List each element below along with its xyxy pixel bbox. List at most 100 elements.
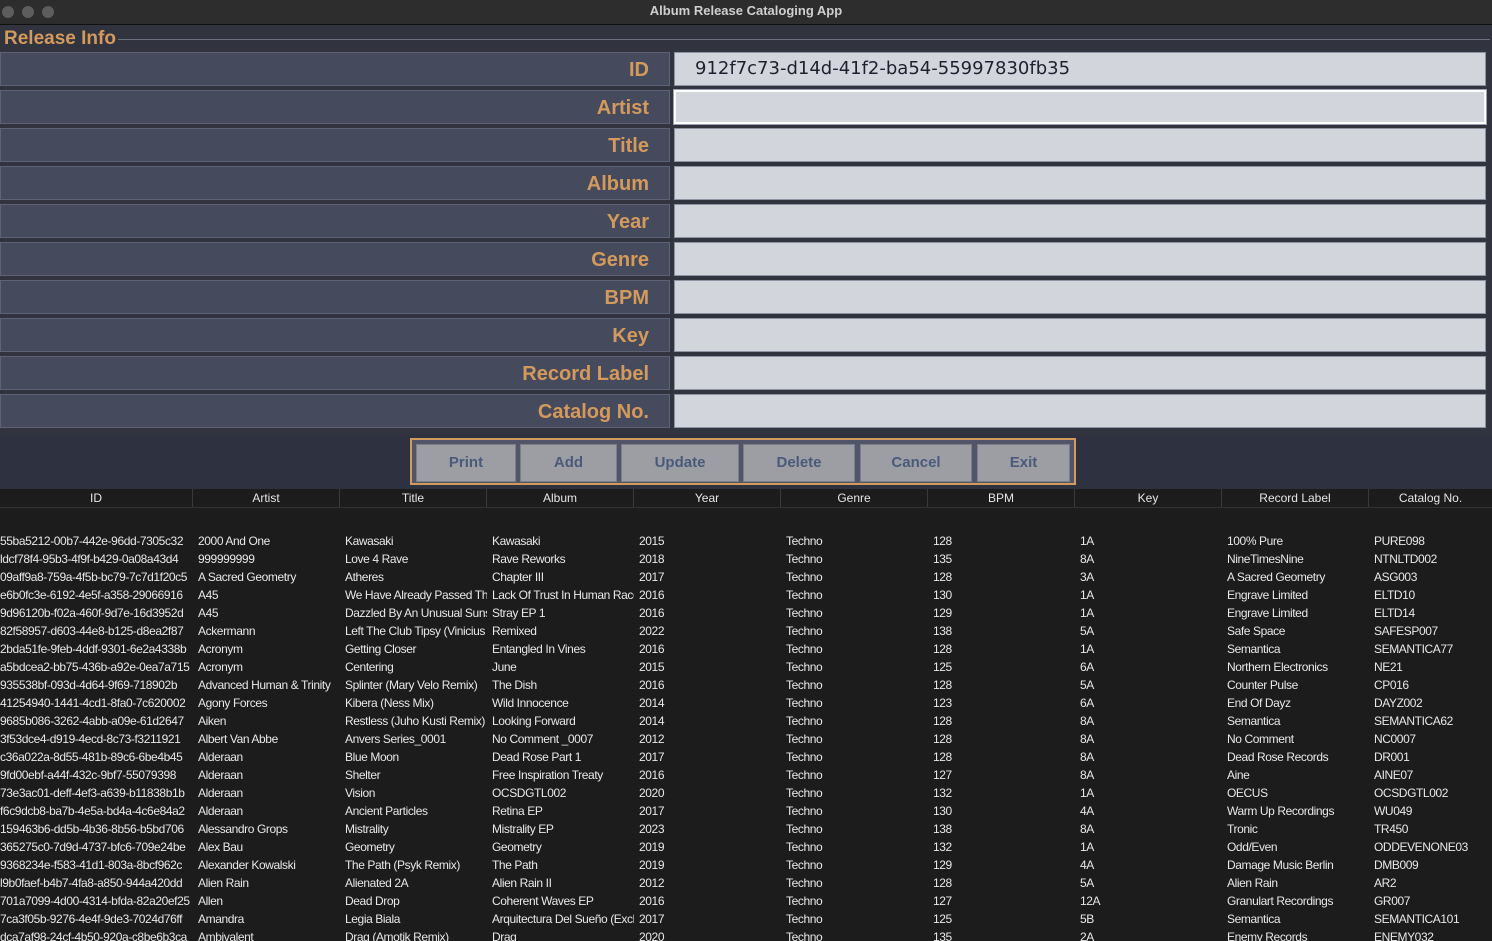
- cell-title: Splinter (Mary Velo Remix): [345, 678, 478, 692]
- id-field[interactable]: 912f7c73-d14d-41f2-ba54-55997830fb35: [674, 52, 1486, 86]
- cell-bpm: 132: [933, 786, 952, 800]
- table-row[interactable]: 701a7099-4d00-4314-bfda-82a20ef25 Allen De…: [0, 892, 1492, 910]
- table-header: ID Artist Title Album Year Genre BPM Key…: [0, 489, 1492, 508]
- cell-id: l9b0faef-b4b7-4fa8-a850-944a420dd: [0, 876, 183, 890]
- cell-bpm: 128: [933, 732, 952, 746]
- table-row[interactable]: dca7af98-24cf-4b50-920a-c8be6b3ca Ambival…: [0, 928, 1492, 941]
- cell-album: June: [492, 660, 517, 674]
- table-row[interactable]: ldcf78f4-95b3-4f9f-b429-0a08a43d4 9999999…: [0, 550, 1492, 568]
- column-header-artist[interactable]: Artist: [193, 489, 340, 507]
- table-row[interactable]: 2bda51fe-9feb-4ddf-9301-6e2a4338b Acronym…: [0, 640, 1492, 658]
- column-header-id[interactable]: ID: [0, 489, 193, 507]
- cell-key: 8A: [1080, 714, 1094, 728]
- button-strip: Print Add Update Delete Cancel Exit: [0, 435, 1492, 489]
- cell-year: 2016: [639, 768, 665, 782]
- table-row[interactable]: 9368234e-f583-41d1-803a-8bcf962c Alexande…: [0, 856, 1492, 874]
- cell-artist: Alderaan: [198, 768, 243, 782]
- releases-table[interactable]: ID Artist Title Album Year Genre BPM Key…: [0, 489, 1492, 941]
- cancel-button[interactable]: Cancel: [860, 444, 972, 482]
- record-label-field[interactable]: [674, 356, 1486, 390]
- panel-border-line: [118, 39, 1490, 40]
- table-row[interactable]: 9fd00ebf-a44f-432c-9bf7-55079398 Alderaan…: [0, 766, 1492, 784]
- cell-year: 2016: [639, 642, 665, 656]
- cell-genre: Techno: [786, 588, 823, 602]
- cell-year: 2017: [639, 570, 665, 584]
- cell-title: Dead Drop: [345, 894, 400, 908]
- cell-record-label: End Of Dayz: [1227, 696, 1291, 710]
- cell-artist: A Sacred Geometry: [198, 570, 296, 584]
- cell-genre: Techno: [786, 534, 823, 548]
- cell-id: 41254940-1441-4cd1-8fa0-7c620002: [0, 696, 186, 710]
- cell-bpm: 128: [933, 534, 952, 548]
- cell-id: 82f58957-d603-44e8-b125-d8ea2f87: [0, 624, 184, 638]
- cell-artist: Alderaan: [198, 750, 243, 764]
- column-header-catalog-no[interactable]: Catalog No.: [1369, 489, 1492, 507]
- key-field[interactable]: [674, 318, 1486, 352]
- table-row[interactable]: 73e3ac01-deff-4ef3-a639-b11838b1b Alderaa…: [0, 784, 1492, 802]
- cell-catalog-no: NC0007: [1374, 732, 1416, 746]
- cell-title: Ancient Particles: [345, 804, 428, 818]
- title-field[interactable]: [674, 128, 1486, 162]
- cell-key: 5B: [1080, 912, 1094, 926]
- table-row[interactable]: c36a022a-8d55-481b-89c6-6be4b45 Alderaan B…: [0, 748, 1492, 766]
- exit-button[interactable]: Exit: [977, 444, 1070, 482]
- table-row[interactable]: f6c9dcb8-ba7b-4e5a-bd4a-4c6e84a2 Alderaan…: [0, 802, 1492, 820]
- year-field[interactable]: [674, 204, 1486, 238]
- cell-artist: A45: [198, 606, 219, 620]
- cell-key: 5A: [1080, 624, 1094, 638]
- delete-button[interactable]: Delete: [743, 444, 855, 482]
- table-row[interactable]: 55ba5212-00b7-442e-96dd-7305c32 2000 And …: [0, 532, 1492, 550]
- column-header-album[interactable]: Album: [487, 489, 634, 507]
- table-row[interactable]: 365275c0-7d9d-4737-bfc6-709e24be Alex Bau…: [0, 838, 1492, 856]
- cell-genre: Techno: [786, 696, 823, 710]
- cell-title: Blue Moon: [345, 750, 399, 764]
- table-row[interactable]: e6b0fc3e-6192-4e5f-a358-29066916 A45 We Ha…: [0, 586, 1492, 604]
- table-row[interactable]: 3f53dce4-d919-4ecd-8c73-f3211921 Albert V…: [0, 730, 1492, 748]
- artist-label: Artist: [0, 90, 670, 124]
- cell-album: Drag: [492, 930, 517, 941]
- cell-catalog-no: AR2: [1374, 876, 1397, 890]
- cell-bpm: 135: [933, 930, 952, 941]
- cell-genre: Techno: [786, 804, 823, 818]
- artist-field[interactable]: [674, 90, 1486, 124]
- table-row[interactable]: 9d96120b-f02a-460f-9d7e-16d3952d A45 Dazzl…: [0, 604, 1492, 622]
- column-header-bpm[interactable]: BPM: [928, 489, 1075, 507]
- table-row[interactable]: l9b0faef-b4b7-4fa8-a850-944a420dd Alien R…: [0, 874, 1492, 892]
- cell-album: Looking Forward: [492, 714, 576, 728]
- column-header-record-label[interactable]: Record Label: [1222, 489, 1369, 507]
- cell-key: 5A: [1080, 876, 1094, 890]
- table-row[interactable]: 09aff9a8-759a-4f5b-bc79-7c7d1f20c5 A Sacr…: [0, 568, 1492, 586]
- table-row[interactable]: 7ca3f05b-9276-4e4f-9de3-7024d76ff Amandra…: [0, 910, 1492, 928]
- catalog-no-field[interactable]: [674, 394, 1486, 428]
- cell-year: 2017: [639, 912, 665, 926]
- cell-catalog-no: ASG003: [1374, 570, 1417, 584]
- column-header-key[interactable]: Key: [1075, 489, 1222, 507]
- form-row-artist: Artist: [0, 90, 1492, 126]
- column-header-genre[interactable]: Genre: [781, 489, 928, 507]
- cell-year: 2016: [639, 606, 665, 620]
- cell-key: 8A: [1080, 768, 1094, 782]
- add-button[interactable]: Add: [520, 444, 617, 482]
- cell-album: Wild Innocence: [492, 696, 569, 710]
- column-header-year[interactable]: Year: [634, 489, 781, 507]
- cell-record-label: NineTimesNine: [1227, 552, 1304, 566]
- cell-key: 5A: [1080, 678, 1094, 692]
- cell-record-label: Odd/Even: [1227, 840, 1278, 854]
- bpm-field[interactable]: [674, 280, 1486, 314]
- table-row[interactable]: 82f58957-d603-44e8-b125-d8ea2f87 Ackerman…: [0, 622, 1492, 640]
- genre-field[interactable]: [674, 242, 1486, 276]
- column-header-title[interactable]: Title: [340, 489, 487, 507]
- table-row[interactable]: 9685b086-3262-4abb-a09e-61d2647 Aiken Rest…: [0, 712, 1492, 730]
- print-button[interactable]: Print: [416, 444, 516, 482]
- table-row[interactable]: 935538bf-093d-4d64-9f69-718902b Advanced …: [0, 676, 1492, 694]
- table-row[interactable]: 41254940-1441-4cd1-8fa0-7c620002 Agony Fo…: [0, 694, 1492, 712]
- album-field[interactable]: [674, 166, 1486, 200]
- table-row[interactable]: a5bdcea2-bb75-436b-a92e-0ea7a715 Acronym C…: [0, 658, 1492, 676]
- table-row[interactable]: 159463b6-dd5b-4b36-8b56-b5bd706 Alessandr…: [0, 820, 1492, 838]
- form-row-year: Year: [0, 204, 1492, 240]
- cell-album: Retina EP: [492, 804, 543, 818]
- update-button[interactable]: Update: [621, 444, 739, 482]
- cell-id: 7ca3f05b-9276-4e4f-9de3-7024d76ff: [0, 912, 183, 926]
- cell-key: 6A: [1080, 660, 1094, 674]
- cell-artist: Ambivalent: [198, 930, 254, 941]
